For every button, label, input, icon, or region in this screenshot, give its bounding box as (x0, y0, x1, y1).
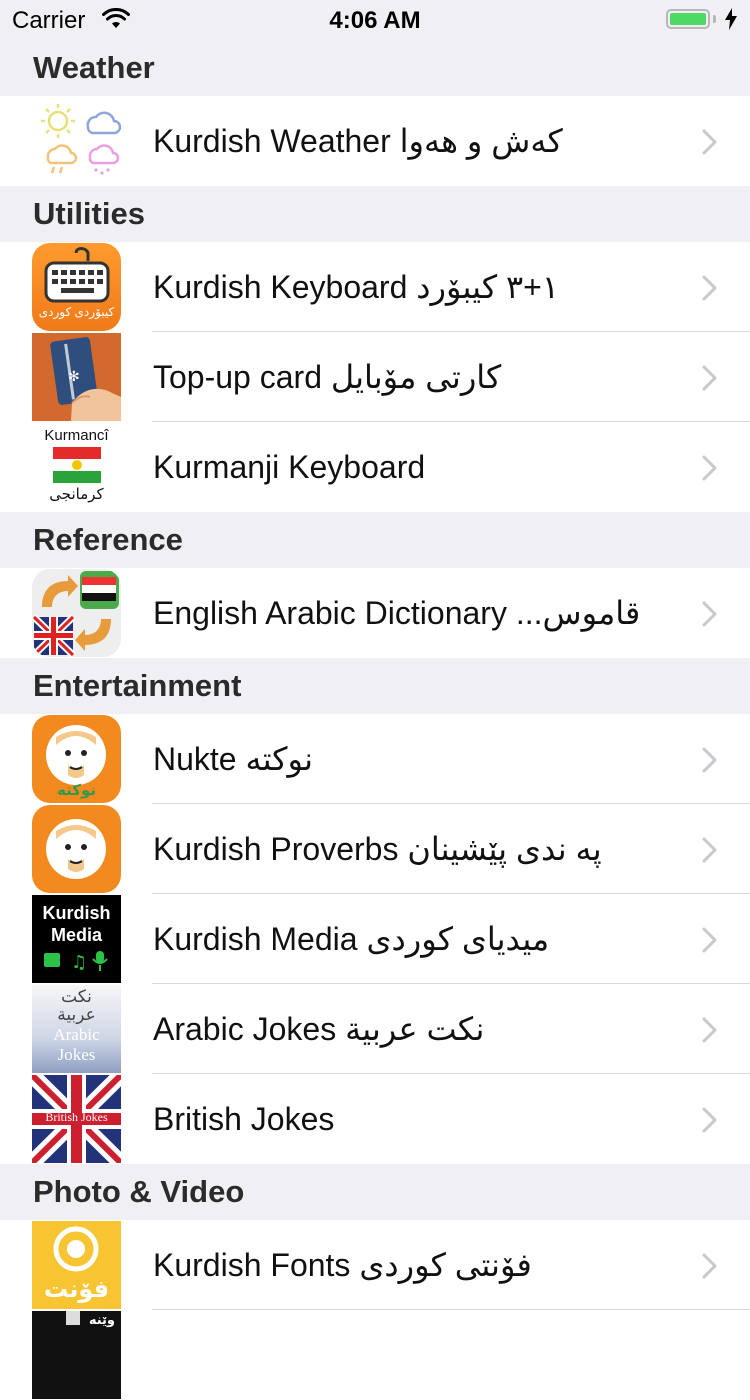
keyboard-icon-caption: کیبۆردی کوردی (38, 305, 115, 319)
list-item[interactable]: کیبۆردی کوردی Kurdish Keyboard ١+٣ کیبۆر… (0, 242, 750, 332)
partial-app-icon: وێنە (32, 1311, 121, 1399)
section-header-utilities: Utilities (0, 186, 750, 242)
jokes-icon-line-3: Arabic (53, 1025, 100, 1044)
chevron-right-icon (702, 1253, 718, 1284)
list-item[interactable]: فۆنت Kurdish Fonts فۆنتی کوردی (0, 1220, 750, 1310)
union-jack-icon: British Jokes (32, 1075, 121, 1163)
section-header-weather: Weather (0, 40, 750, 96)
list-item[interactable]: British Jokes British Jokes (0, 1074, 750, 1164)
row-title: Kurmanji Keyboard (153, 449, 426, 485)
chevron-right-icon (702, 601, 718, 632)
list-item[interactable]: نوکتە Nukte نوکتە (0, 714, 750, 804)
row-title: Kurdish Fonts فۆنتی کوردی (153, 1247, 532, 1283)
chevron-right-icon (702, 927, 718, 958)
jokes-icon-line-2: عربية (57, 1005, 96, 1025)
list-item[interactable]: Kurmancî کرمانجی Kurmanji Keyboard (0, 422, 750, 512)
row-title: Kurdish Proverbs پە ندی پێشینان (153, 831, 602, 867)
battery-icon (666, 9, 710, 29)
chevron-right-icon (702, 129, 718, 160)
row-title: English Arabic Dictionary ...قاموس (153, 595, 641, 631)
dictionary-flags-icon (32, 569, 121, 657)
list-item[interactable]: Kurdish Proverbs پە ندی پێشینان (0, 804, 750, 894)
row-title: Kurdish Keyboard ١+٣ کیبۆرد (153, 269, 559, 305)
row-title: British Jokes (153, 1101, 335, 1137)
list-item[interactable]: وێنە (0, 1310, 750, 1400)
battery-tip (713, 15, 716, 23)
kurmanji-flag-icon: Kurmancî کرمانجی (32, 423, 121, 511)
chevron-right-icon (702, 275, 718, 306)
row-title: Nukte نوکتە (153, 741, 313, 777)
british-icon-caption: British Jokes (45, 1110, 108, 1124)
list-item[interactable]: Kurdish Media ♫ Kurdish Media میدیای کور… (0, 894, 750, 984)
topup-card-icon: ✻ (32, 333, 121, 421)
charging-bolt-icon (725, 8, 737, 37)
status-bar: Carrier 4:06 AM (0, 0, 750, 40)
list-item[interactable]: نكت عربية Arabic Jokes Arabic Jokes نکت … (0, 984, 750, 1074)
clock: 4:06 AM (329, 7, 421, 34)
nukte-face-icon: نوکتە (32, 715, 121, 803)
chevron-right-icon (702, 1017, 718, 1048)
jokes-icon-line-4: Jokes (57, 1045, 96, 1064)
chevron-right-icon (702, 747, 718, 778)
fonts-icon: فۆنت (32, 1221, 121, 1309)
chevron-right-icon (702, 455, 718, 486)
kurmanji-icon-bottom-text: کرمانجی (49, 486, 104, 503)
list-item[interactable]: ✻ Top-up card کارتی مۆبایل (0, 332, 750, 422)
media-icon: Kurdish Media ♫ (32, 895, 121, 983)
list-item[interactable]: Kurdish Weather کەش و هەوا (0, 96, 750, 186)
jokes-icon-line-1: نكت (61, 987, 92, 1007)
fonts-icon-caption: فۆنت (43, 1276, 110, 1303)
list-item[interactable]: English Arabic Dictionary ...قاموس (0, 568, 750, 658)
app-list[interactable]: Weather Kurdish Weather کەش و هەوا Utili… (0, 40, 750, 1400)
arabic-jokes-icon: نكت عربية Arabic Jokes (32, 985, 121, 1073)
kurdistan-flag (53, 447, 101, 483)
row-title: Top-up card کارتی مۆبایل (153, 359, 502, 395)
chevron-right-icon (702, 837, 718, 868)
partial-icon-caption: وێنە (88, 1312, 115, 1327)
weather-icon (32, 97, 121, 185)
section-header-reference: Reference (0, 512, 750, 568)
proverbs-face-icon (32, 805, 121, 893)
section-header-photo-video: Photo & Video (0, 1164, 750, 1220)
chevron-right-icon (702, 365, 718, 396)
section-header-entertainment: Entertainment (0, 658, 750, 714)
kurmanji-icon-top-text: Kurmancî (44, 427, 109, 444)
svg-text:♫: ♫ (71, 952, 87, 973)
row-title: Kurdish Media میدیای کوردی (153, 921, 550, 957)
nukte-icon-caption: نوکتە (57, 782, 96, 799)
chevron-right-icon (702, 1107, 718, 1138)
svg-text:✻: ✻ (68, 369, 80, 385)
row-title: Arabic Jokes نکت عربية (153, 1011, 485, 1047)
keyboard-icon: کیبۆردی کوردی (32, 243, 121, 331)
row-title: Kurdish Weather کەش و هەوا (153, 123, 563, 159)
